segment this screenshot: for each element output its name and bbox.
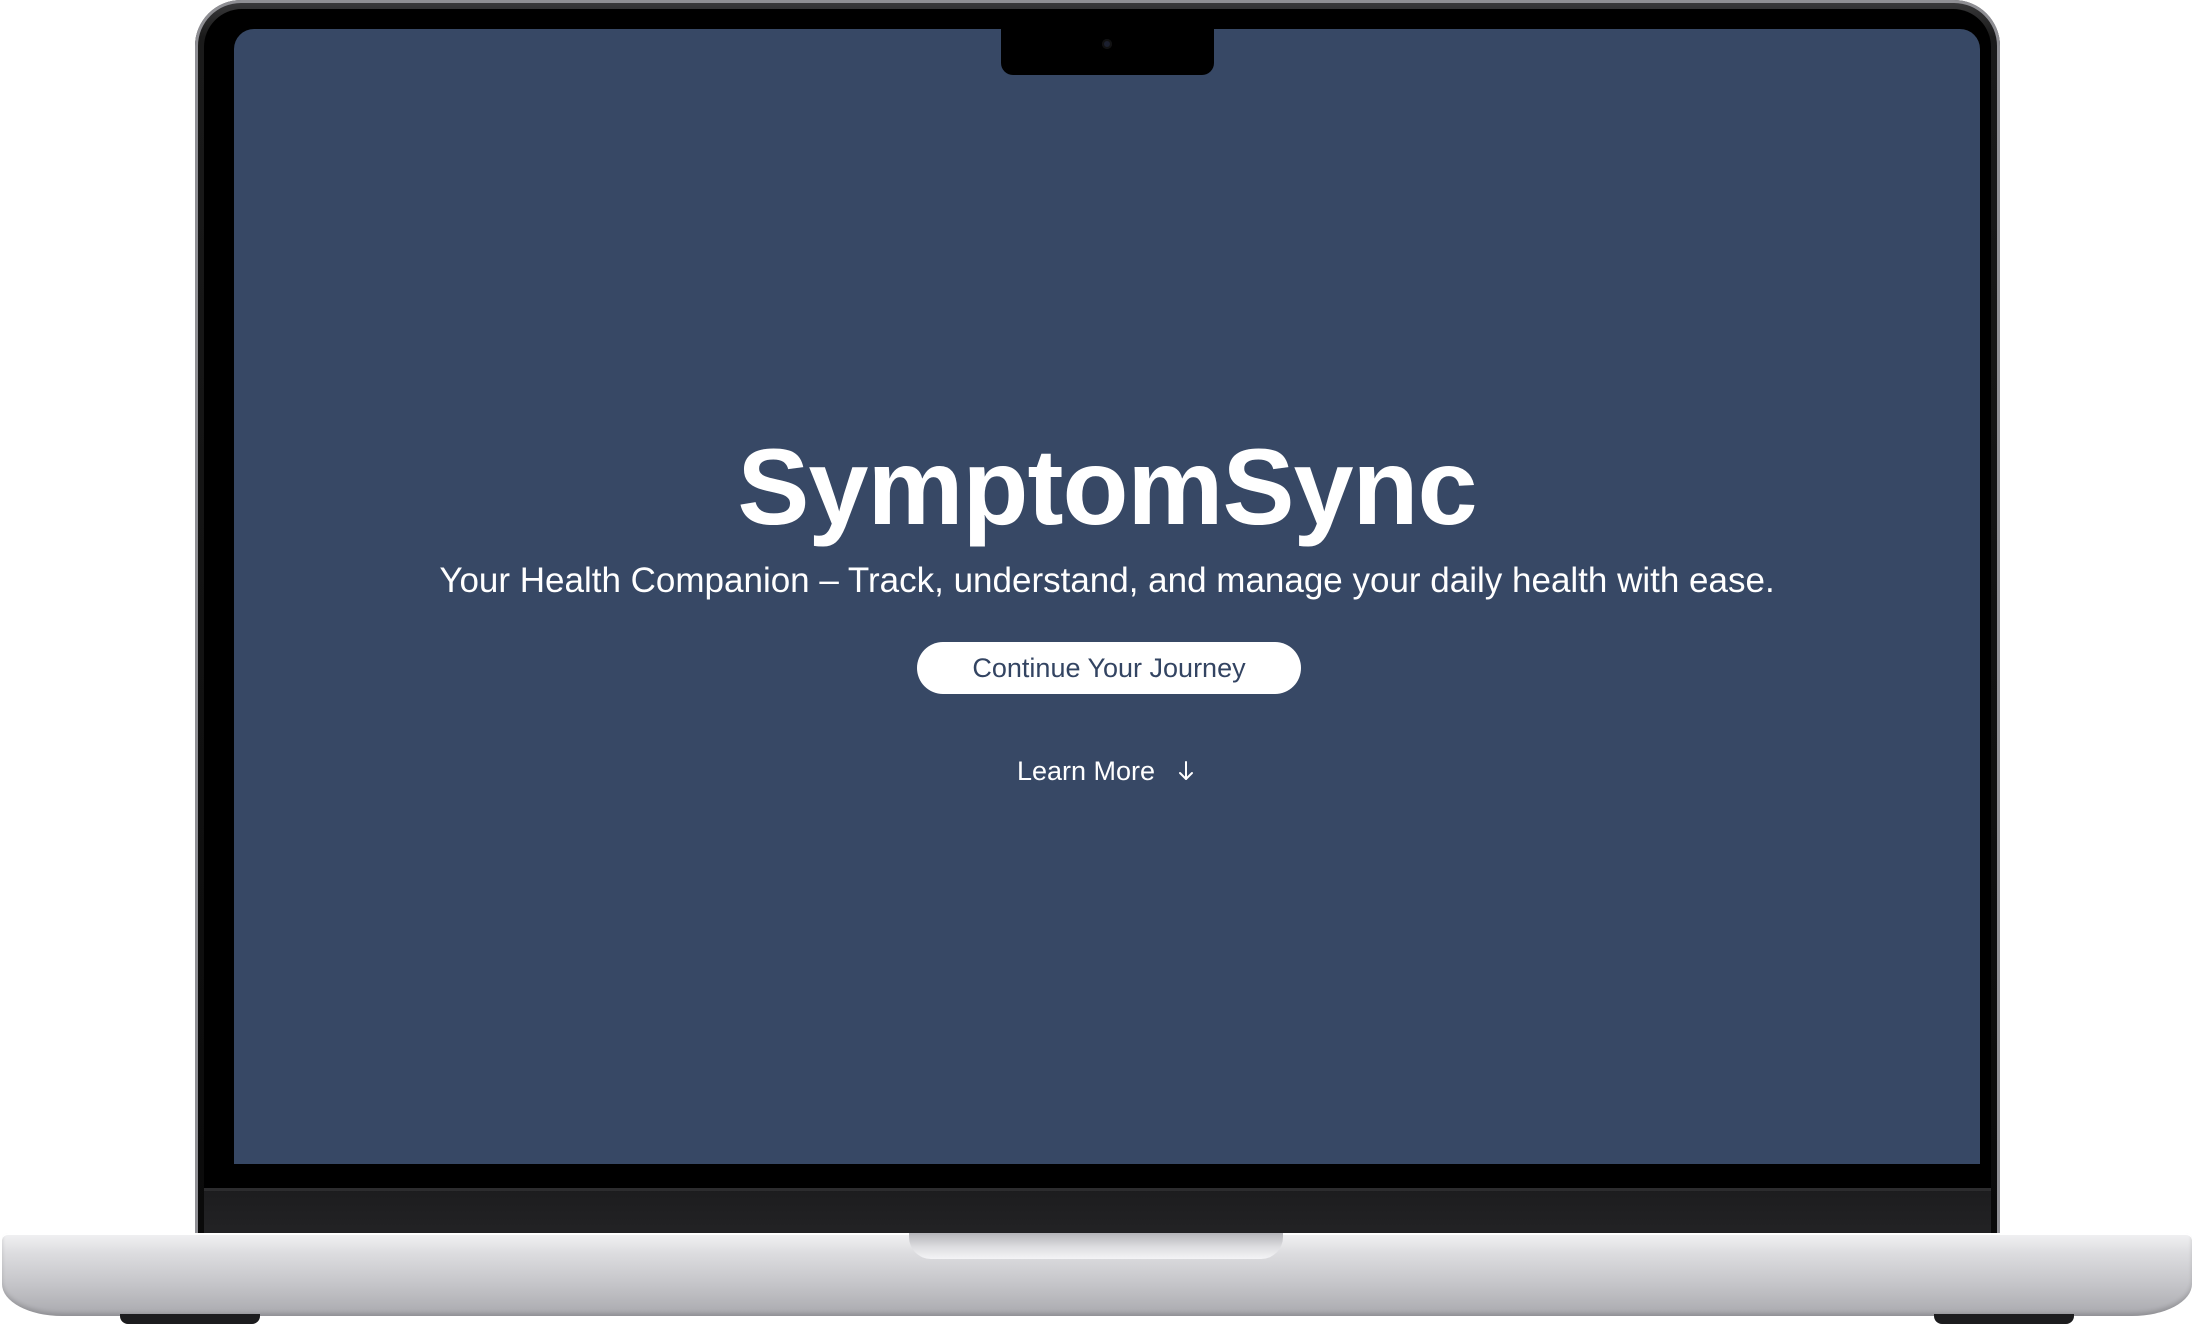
laptop-foot-left [120, 1314, 260, 1324]
hero-section: SymptomSync Your Health Companion – Trac… [234, 29, 1980, 1164]
arrow-down-icon [1179, 761, 1194, 780]
screen: SymptomSync Your Health Companion – Trac… [234, 29, 1980, 1164]
continue-journey-button[interactable]: Continue Your Journey [917, 642, 1301, 694]
screen-chin [204, 1188, 1991, 1236]
learn-more-link[interactable]: Learn More [234, 751, 1980, 791]
laptop-foot-right [1934, 1314, 2074, 1324]
screen-bezel: SymptomSync Your Health Companion – Trac… [204, 9, 1991, 1236]
learn-more-label: Learn More [1016, 755, 1156, 786]
camera-notch [1001, 27, 1214, 75]
tagline: Your Health Companion – Track, understan… [439, 561, 1775, 600]
camera-icon [1102, 39, 1112, 49]
lid-opening-notch [909, 1233, 1283, 1259]
brand-title: SymptomSync [737, 426, 1477, 547]
laptop-lid: SymptomSync Your Health Companion – Trac… [195, 0, 2000, 1236]
